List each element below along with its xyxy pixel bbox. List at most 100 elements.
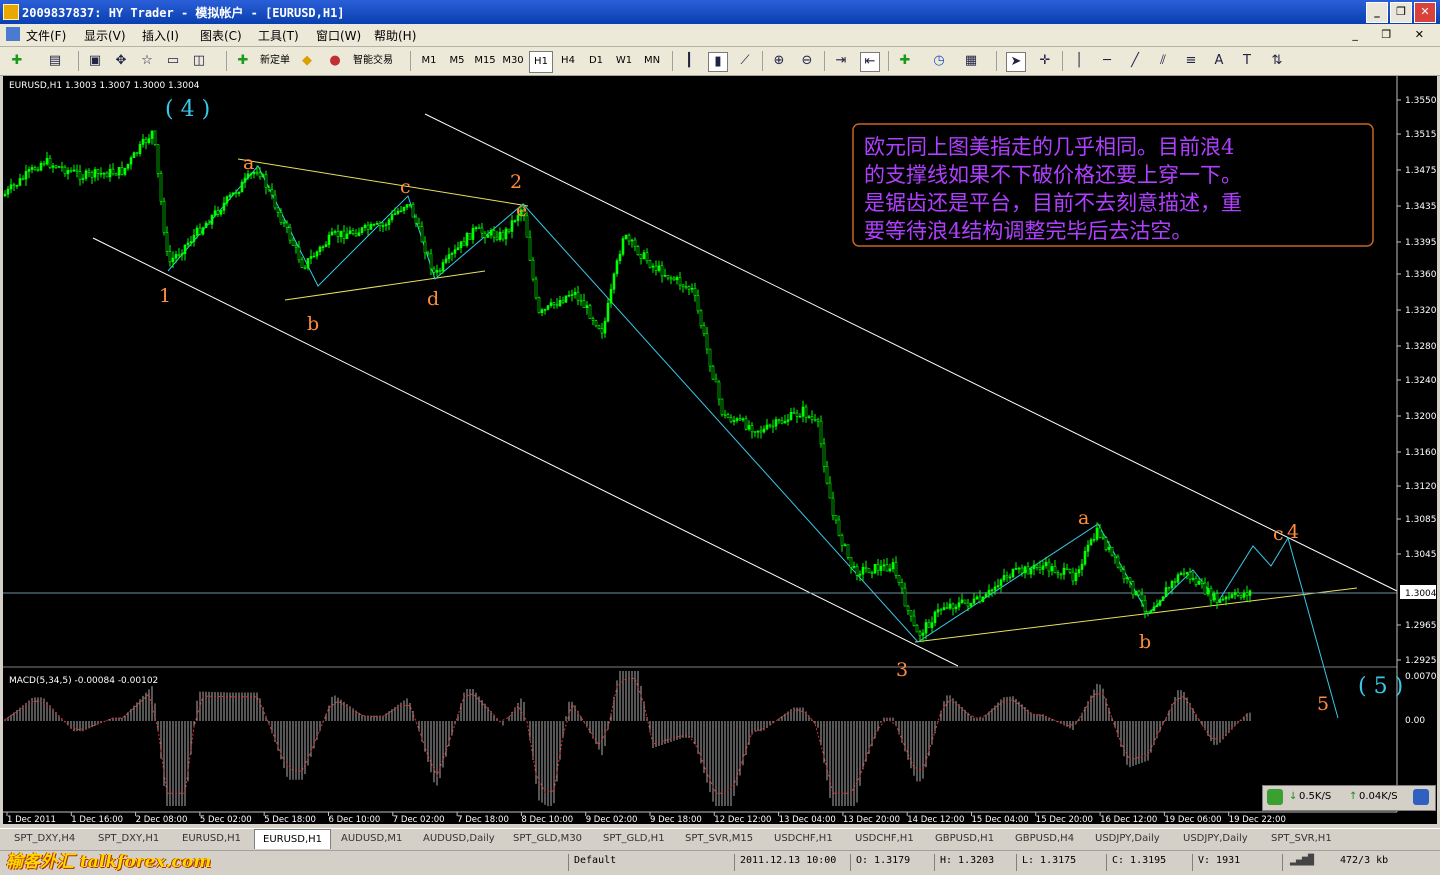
tf-m30[interactable]: M30 [500, 51, 526, 71]
new-order-icon[interactable]: ✚ [234, 52, 252, 70]
candle-body [1002, 575, 1006, 581]
menu-tools[interactable]: 工具(T) [258, 27, 299, 44]
tab-chart-active[interactable]: EURUSD,H1 [254, 829, 332, 849]
candle-body [357, 232, 361, 237]
tf-h1[interactable]: H1 [529, 51, 553, 73]
line-chart-icon[interactable]: ⟋ [736, 52, 754, 70]
tab-chart[interactable]: AUDUSD,M1 [341, 831, 402, 847]
expert-advisors-button[interactable]: 智能交易 [348, 51, 398, 71]
zoom-out-icon[interactable]: ⊖ [798, 52, 816, 70]
zoom-in-icon[interactable]: ⊕ [770, 52, 788, 70]
restore-button[interactable]: ❐ [1390, 2, 1412, 23]
candle-body [45, 157, 49, 165]
tab-chart[interactable]: SPT_SVR,M15 [685, 831, 753, 847]
time-tick-label: 15 Dec 20:00 [1036, 815, 1093, 824]
terminal-icon[interactable]: ▭ [164, 52, 182, 70]
new-chart-icon[interactable]: ✚ [8, 52, 26, 70]
candle-body [1152, 606, 1156, 612]
chart-shift-icon[interactable]: ⇤ [860, 52, 880, 72]
tf-d1[interactable]: D1 [585, 51, 607, 71]
trendline-icon[interactable]: ╱ [1126, 52, 1144, 70]
templates-icon[interactable]: ▦ [962, 52, 980, 70]
candle-body [327, 234, 331, 245]
new-order-button[interactable]: 新定单 [256, 51, 294, 71]
tab-chart[interactable]: EURUSD,H1 [182, 831, 241, 847]
candle-body [1200, 581, 1204, 584]
candle-body [1047, 561, 1051, 572]
candle-body [384, 224, 388, 227]
cursor-icon[interactable]: ➤ [1006, 52, 1026, 72]
menu-charts[interactable]: 图表(C) [200, 27, 242, 44]
channel-icon[interactable]: ⫽ [1154, 52, 1172, 70]
tab-chart[interactable]: GBPUSD,H4 [1015, 831, 1074, 847]
candlestick-icon[interactable]: ▮ [708, 52, 728, 72]
expert-advisors-icon[interactable]: ● [326, 52, 344, 70]
tf-mn[interactable]: MN [641, 51, 663, 71]
tab-chart[interactable]: USDJPY,Daily [1183, 831, 1248, 847]
candle-body [801, 406, 805, 417]
indicators-icon[interactable]: ✚ [896, 52, 914, 70]
crosshair-icon[interactable]: ✛ [1036, 52, 1054, 70]
tf-m15[interactable]: M15 [472, 51, 498, 71]
candle-body [1089, 539, 1093, 546]
price-chart[interactable]: 1.3550 1.3515 1.3475 1.3435 1.3395 1.3360 1.33… [3, 76, 1440, 825]
alert-icon[interactable]: ◆ [298, 52, 316, 70]
tf-m1[interactable]: M1 [418, 51, 440, 71]
bar-chart-icon[interactable]: ┃ [680, 52, 698, 70]
profiles-icon[interactable]: ▤ [46, 52, 64, 70]
candle-body [126, 163, 130, 169]
menu-view[interactable]: 显示(V) [84, 27, 126, 44]
tf-w1[interactable]: W1 [613, 51, 635, 71]
market-watch-icon[interactable]: ▣ [86, 52, 104, 70]
close-button[interactable]: ✕ [1414, 2, 1436, 23]
navigator-icon[interactable]: ☆ [138, 52, 156, 70]
tester-icon[interactable]: ◫ [190, 52, 208, 70]
candle-body [909, 610, 913, 617]
candle-body [153, 130, 157, 145]
text-icon[interactable]: A [1210, 52, 1228, 70]
tab-chart[interactable]: SPT_GLD,H1 [603, 831, 665, 847]
candle-body [663, 274, 667, 277]
autoscroll-icon[interactable]: ⇥ [832, 52, 850, 70]
candle-body [633, 239, 637, 247]
candle-body [1227, 596, 1231, 599]
tab-chart[interactable]: USDCHF,H1 [774, 831, 833, 847]
horizontal-line-icon[interactable]: ─ [1098, 52, 1116, 70]
tf-h4[interactable]: H4 [557, 51, 579, 71]
candle-body [210, 215, 214, 225]
menu-help[interactable]: 帮助(H) [374, 27, 416, 44]
tab-chart[interactable]: SPT_GLD,M30 [513, 831, 582, 847]
status-traffic: 472/3 kb [1340, 855, 1389, 866]
candle-body [1170, 580, 1174, 589]
candle-body [864, 566, 868, 569]
candle-body [1128, 577, 1132, 582]
menu-insert[interactable]: 插入(I) [142, 27, 179, 44]
tab-chart[interactable]: SPT_DXY,H4 [14, 831, 75, 847]
tab-chart[interactable]: SPT_SVR,H1 [1271, 831, 1332, 847]
vertical-line-icon[interactable]: │ [1070, 52, 1088, 70]
tab-chart[interactable]: USDJPY,Daily [1095, 831, 1160, 847]
candle-body [669, 277, 673, 280]
periods-icon[interactable]: ◷ [930, 52, 948, 70]
tab-chart[interactable]: SPT_DXY,H1 [98, 831, 159, 847]
candle-body [1158, 600, 1162, 606]
tab-chart[interactable]: USDCHF,H1 [855, 831, 914, 847]
candle-body [981, 596, 985, 602]
tab-chart[interactable]: AUDUSD,Daily [423, 831, 495, 847]
chart-window[interactable]: 1.3550 1.3515 1.3475 1.3435 1.3395 1.3360 1.33… [3, 76, 1440, 825]
network-status[interactable]: ↓ 0.5K/S ↑ 0.04K/S [1262, 785, 1436, 811]
menu-window[interactable]: 窗口(W) [316, 27, 361, 44]
tab-chart[interactable]: GBPUSD,H1 [935, 831, 994, 847]
tf-m5[interactable]: M5 [446, 51, 468, 71]
mdi-buttons[interactable]: _ ❐ ✕ [1352, 28, 1434, 41]
minimize-button[interactable]: _ [1366, 2, 1388, 23]
arrows-icon[interactable]: ⇅ [1268, 52, 1286, 70]
candle-body [240, 181, 244, 193]
fibonacci-icon[interactable]: ≡ [1182, 52, 1200, 70]
settings-icon[interactable] [1413, 789, 1429, 805]
text-label-icon[interactable]: T [1238, 52, 1256, 70]
menu-file[interactable]: 文件(F) [26, 27, 66, 44]
data-window-icon[interactable]: ✥ [112, 52, 130, 70]
candle-body [1020, 567, 1024, 574]
candle-body [1113, 554, 1117, 558]
